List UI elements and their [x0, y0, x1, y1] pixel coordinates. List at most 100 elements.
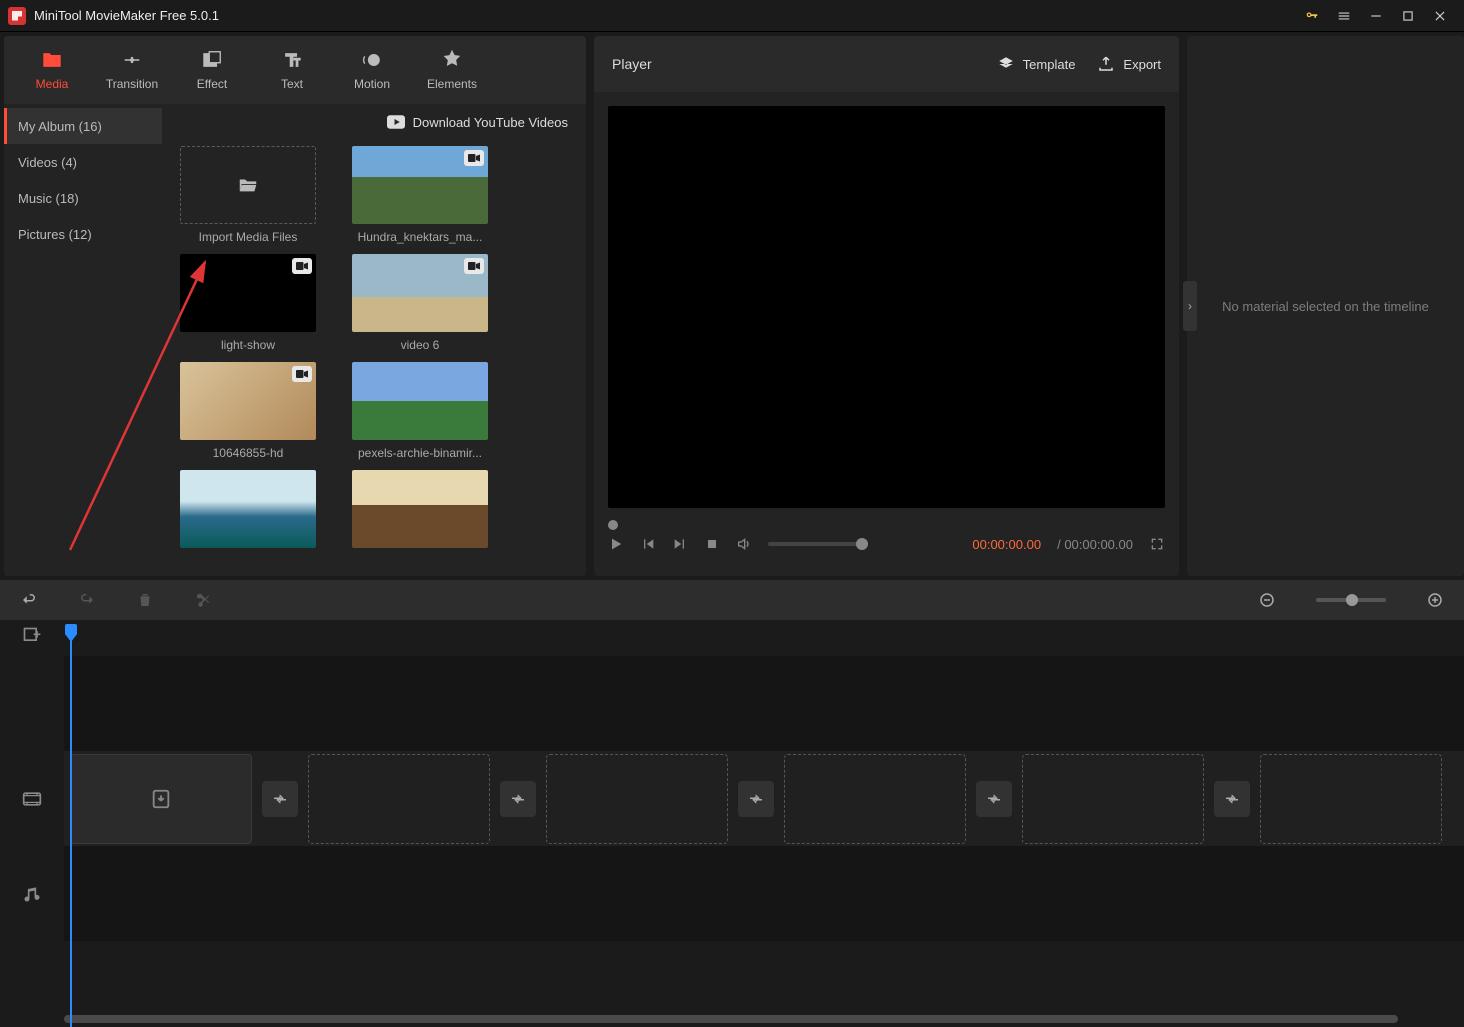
transition-slot[interactable]	[500, 781, 536, 817]
video-badge-icon	[464, 258, 484, 274]
timeline-ruler[interactable]	[64, 620, 1464, 656]
next-frame-button[interactable]	[672, 536, 688, 552]
media-item-label: light-show	[221, 338, 275, 352]
video-badge-icon	[292, 366, 312, 382]
media-item[interactable]	[352, 470, 488, 554]
title-bar: MiniTool MovieMaker Free 5.0.1	[0, 0, 1464, 32]
undo-button[interactable]	[20, 591, 38, 609]
sidebar-item-label: Music (18)	[18, 191, 79, 206]
media-item[interactable]: light-show	[180, 254, 316, 352]
delete-button[interactable]	[136, 591, 154, 609]
upgrade-key-icon[interactable]	[1296, 4, 1328, 28]
media-item[interactable]: Hundra_knektars_ma...	[352, 146, 488, 244]
media-item[interactable]: pexels-archie-binamir...	[352, 362, 488, 460]
redo-button[interactable]	[78, 591, 96, 609]
motion-icon	[361, 49, 383, 71]
text-track-icon	[0, 656, 64, 751]
sidebar-item-pictures[interactable]: Pictures (12)	[4, 216, 162, 252]
transition-slot[interactable]	[738, 781, 774, 817]
zoom-out-button[interactable]	[1258, 591, 1276, 609]
prev-frame-button[interactable]	[640, 536, 656, 552]
player-viewport[interactable]	[608, 106, 1165, 508]
import-media-button[interactable]: Import Media Files	[180, 146, 316, 244]
add-track-button[interactable]	[0, 620, 64, 656]
player-panel: Player Template Export 00:00:00.00 / 00	[594, 36, 1179, 576]
gallery-area: Download YouTube Videos Import Media Fil…	[162, 104, 586, 576]
transition-slot[interactable]	[1214, 781, 1250, 817]
transition-icon	[121, 49, 143, 71]
player-title: Player	[612, 56, 975, 72]
clip-drop-slot[interactable]	[1022, 754, 1204, 844]
zoom-in-button[interactable]	[1426, 591, 1444, 609]
fit-zoom-button[interactable]	[1200, 591, 1218, 609]
sidebar-item-label: Pictures (12)	[18, 227, 92, 242]
stop-button[interactable]	[704, 536, 720, 552]
split-button[interactable]	[194, 591, 212, 609]
effect-icon	[201, 49, 223, 71]
library-sidebar: My Album (16) Videos (4) Music (18) Pict…	[4, 104, 162, 576]
video-track-icon	[0, 751, 64, 846]
timeline-body	[0, 620, 1464, 1027]
timeline-horizontal-scrollbar[interactable]	[64, 1015, 1454, 1023]
timeline-tracks[interactable]	[64, 620, 1464, 1009]
app-title: MiniTool MovieMaker Free 5.0.1	[34, 8, 219, 23]
transition-slot[interactable]	[976, 781, 1012, 817]
tab-text[interactable]: Text	[252, 36, 332, 104]
export-button[interactable]: Export	[1097, 55, 1161, 73]
tab-transition[interactable]: Transition	[92, 36, 172, 104]
timeline-toolbar	[0, 580, 1464, 620]
maximize-button[interactable]	[1392, 4, 1424, 28]
panel-expand-handle[interactable]: ›	[1183, 281, 1197, 331]
template-button[interactable]: Template	[997, 55, 1076, 73]
timeline-panel	[0, 580, 1464, 1027]
transition-slot[interactable]	[262, 781, 298, 817]
tab-label: Elements	[427, 77, 477, 91]
seek-bar[interactable]	[608, 522, 1165, 528]
sidebar-item-music[interactable]: Music (18)	[4, 180, 162, 216]
export-label: Export	[1123, 57, 1161, 72]
import-media-label: Import Media Files	[199, 230, 298, 244]
tab-motion[interactable]: Motion	[332, 36, 412, 104]
sidebar-item-videos[interactable]: Videos (4)	[4, 144, 162, 180]
text-track[interactable]	[64, 656, 1464, 751]
clip-drop-slot[interactable]	[546, 754, 728, 844]
tab-label: Media	[36, 77, 69, 91]
clip-drop-slot[interactable]	[308, 754, 490, 844]
media-gallery: Import Media Files Hundra_knektars_ma...…	[162, 140, 586, 576]
media-item[interactable]	[180, 470, 316, 554]
media-item[interactable]: 10646855-hd	[180, 362, 316, 460]
tab-elements[interactable]: Elements	[412, 36, 492, 104]
fullscreen-button[interactable]	[1149, 536, 1165, 552]
folder-icon	[41, 49, 63, 71]
youtube-icon	[387, 115, 405, 129]
close-button[interactable]	[1424, 4, 1456, 28]
tab-label: Transition	[106, 77, 158, 91]
export-icon	[1097, 55, 1115, 73]
play-button[interactable]	[608, 536, 624, 552]
download-youtube-label: Download YouTube Videos	[413, 115, 568, 130]
download-youtube-button[interactable]: Download YouTube Videos	[162, 104, 586, 140]
tab-media[interactable]: Media	[12, 36, 92, 104]
time-current: 00:00:00.00	[972, 537, 1041, 552]
inspector-panel: › No material selected on the timeline	[1187, 36, 1464, 576]
tab-label: Text	[281, 77, 303, 91]
inspector-empty-message: No material selected on the timeline	[1222, 299, 1429, 314]
menu-icon[interactable]	[1328, 4, 1360, 28]
minimize-button[interactable]	[1360, 4, 1392, 28]
zoom-slider[interactable]	[1316, 598, 1386, 602]
video-track[interactable]	[64, 751, 1464, 846]
folder-open-icon	[235, 174, 261, 196]
audio-track[interactable]	[64, 846, 1464, 941]
clip-drop-slot[interactable]	[1260, 754, 1442, 844]
sidebar-item-label: Videos (4)	[18, 155, 77, 170]
playhead[interactable]	[70, 632, 72, 1027]
clip-drop-slot[interactable]	[70, 754, 252, 844]
media-item-label: video 6	[401, 338, 440, 352]
media-item[interactable]: video 6	[352, 254, 488, 352]
sidebar-item-my-album[interactable]: My Album (16)	[4, 108, 162, 144]
tab-effect[interactable]: Effect	[172, 36, 252, 104]
volume-button[interactable]	[736, 536, 752, 552]
clip-drop-slot[interactable]	[784, 754, 966, 844]
volume-slider[interactable]	[768, 542, 868, 546]
main-area: Media Transition Effect Text Motion Elem…	[0, 32, 1464, 580]
